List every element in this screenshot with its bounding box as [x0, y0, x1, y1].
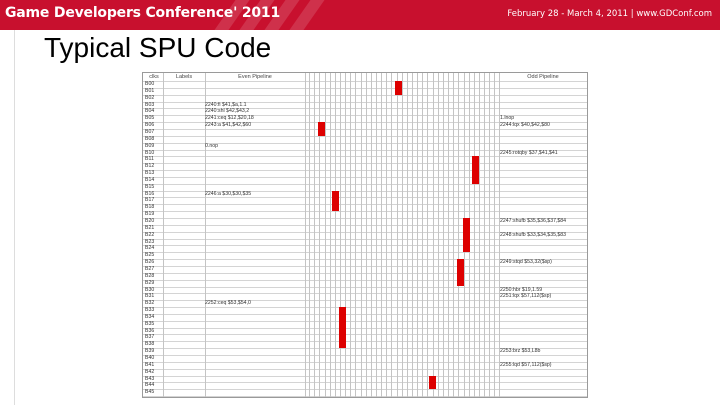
latency-marker [457, 259, 464, 287]
table-column-divider [381, 73, 383, 397]
even-pipeline-instruction: 0.nop [205, 142, 218, 149]
table-column-divider [345, 73, 347, 397]
table-column-divider [365, 73, 367, 397]
odd-pipeline-instruction: 2247:shufb $35,$36,$37,$84 [500, 218, 567, 224]
table-column-divider [442, 73, 444, 397]
odd-pipeline-instruction: 2244:lqx $40,$42,$80 [500, 122, 550, 129]
table-column-divider [489, 73, 491, 397]
odd-pipeline-instruction: 2248:shufb $33,$34,$35,$83 [500, 231, 567, 238]
table-column-divider [453, 73, 455, 397]
table-column-divider [473, 73, 475, 397]
odd-pipeline-instruction: 2255:lqd $57,112($sp) [500, 361, 552, 368]
table-column-divider [360, 73, 362, 397]
pipeline-schedule-table: clks Labels Even Pipeline Odd Pipeline B… [142, 72, 588, 398]
table-column-divider [334, 73, 336, 397]
latency-marker [463, 218, 470, 253]
table-column-divider [412, 73, 413, 397]
table-column-divider [305, 73, 306, 397]
header-even-pipeline: Even Pipeline [238, 74, 272, 80]
table-column-divider [437, 73, 439, 397]
slide-margin-rule [14, 30, 15, 405]
even-pipeline-instruction: 2243:a $41,$42,$60 [205, 122, 252, 129]
even-pipeline-instruction: 2246:a $30,$30,$35 [205, 190, 252, 197]
table-column-divider [386, 73, 388, 397]
header-labels: Labels [175, 74, 193, 80]
table-column-divider [309, 73, 310, 397]
table-column-divider [396, 73, 398, 397]
latency-marker [472, 156, 479, 184]
conference-date-text: February 28 - March 4, 2011 | www.GDConf… [507, 9, 712, 19]
header-cycle: clks [149, 74, 159, 80]
table-column-divider [458, 73, 460, 397]
table-row-label: B45 [145, 389, 155, 396]
odd-pipeline-instruction: 2253:brz $53,L8b [500, 348, 541, 355]
table-column-divider [427, 73, 429, 397]
conference-banner: Game Developers Conference' 2011 Februar… [0, 0, 720, 30]
table-column-divider [478, 73, 480, 397]
odd-pipeline-instruction: 2251:lqx $57,112($sp) [500, 293, 552, 300]
table-column-divider [329, 73, 331, 397]
odd-pipeline-instruction: 2245:rotqby $37,$41,$41 [500, 149, 558, 156]
odd-pipeline-instruction: 2249:stqd $53,32($sp) [500, 259, 552, 266]
even-pipeline-instruction: 2252:ceq $53,$54,0 [205, 300, 251, 307]
latency-marker [339, 307, 346, 349]
table-column-divider [350, 73, 352, 397]
table-column-divider [376, 73, 377, 397]
latency-marker [429, 375, 436, 390]
table-column-divider [432, 73, 434, 397]
table-column-divider [448, 73, 449, 397]
header-odd-pipeline: Odd Pipeline [527, 74, 559, 80]
latency-marker [395, 81, 402, 95]
table-column-divider [484, 73, 486, 397]
table-column-divider [422, 73, 424, 397]
slide-title: Typical SPU Code [44, 32, 272, 63]
table-column-divider [494, 73, 496, 397]
table-column-divider [401, 73, 403, 397]
table-column-divider [406, 73, 408, 397]
table-column-divider [339, 73, 341, 397]
conference-logo-text: Game Developers Conference' 2011 [5, 5, 281, 21]
table-column-divider [163, 73, 164, 397]
table-column-divider [391, 73, 393, 397]
table-column-divider [314, 73, 316, 397]
table-column-divider [417, 73, 419, 397]
latency-marker [318, 122, 325, 136]
table-column-divider [370, 73, 372, 397]
table-column-divider [355, 73, 357, 397]
latency-marker [332, 190, 339, 212]
